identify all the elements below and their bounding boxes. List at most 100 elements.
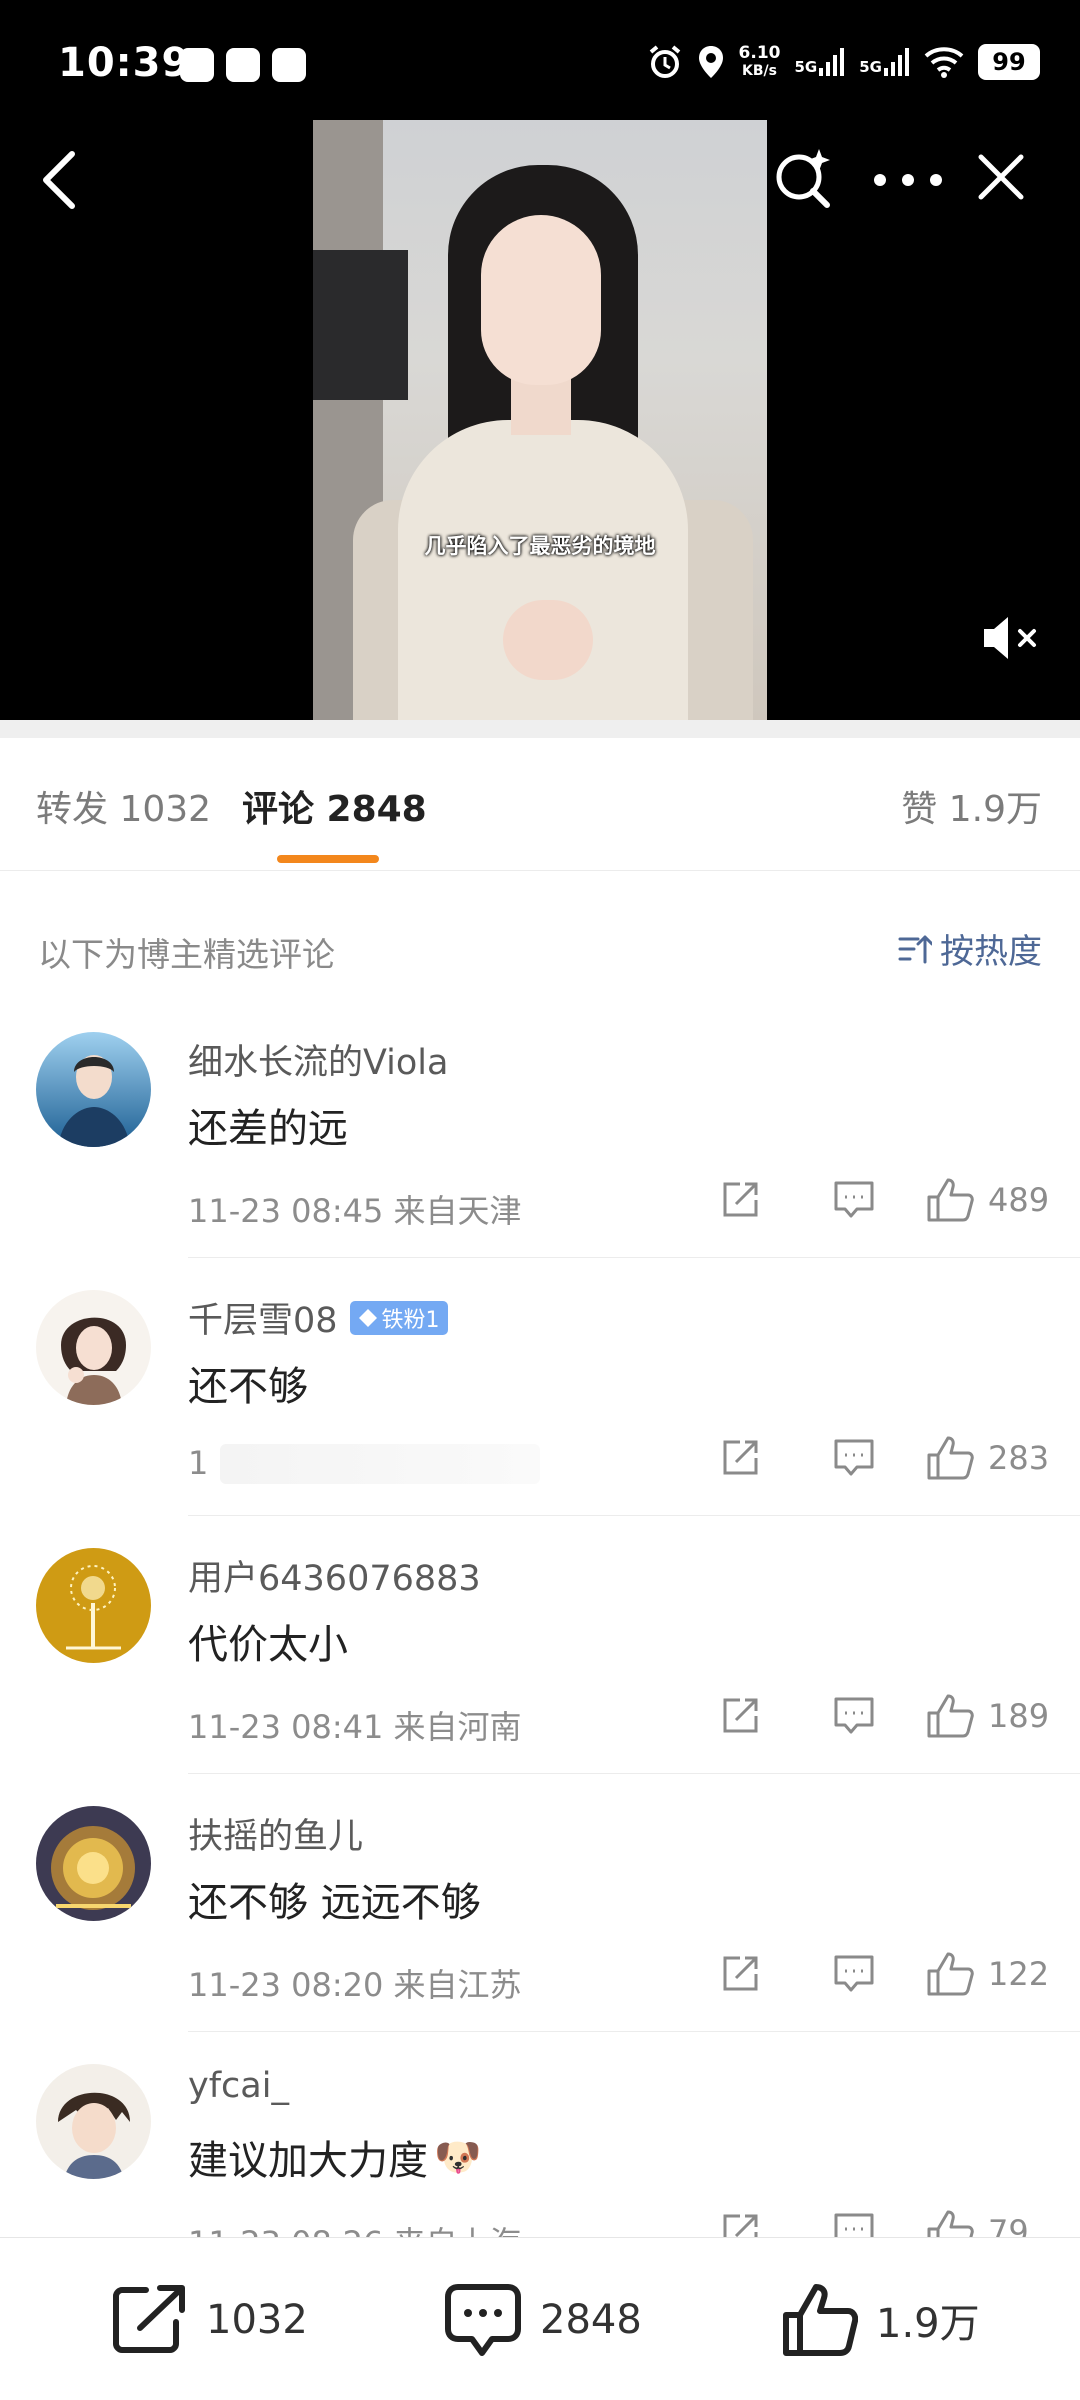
- share-icon: [723, 1698, 758, 1733]
- comment-icon: [834, 1697, 874, 1734]
- thumbs-up-icon: [927, 1178, 974, 1222]
- comment-icon: [834, 2213, 874, 2237]
- username-text[interactable]: 细水长流的Viola: [188, 1034, 448, 1085]
- like-count: 122: [988, 1955, 1050, 1993]
- comment-meta: 11-23 08:20 来自江苏: [188, 1966, 522, 2004]
- ai-search-button[interactable]: [770, 144, 838, 212]
- comment-item: 扶摇的鱼儿 还不够 远远不够 11-23 08:20 来自江苏 122: [0, 1774, 1080, 2032]
- comment-text: 还不够 远远不够: [188, 1880, 481, 1926]
- share-button[interactable]: [712, 1688, 768, 1744]
- reply-button[interactable]: [826, 2204, 882, 2237]
- comment-icon: [834, 1439, 874, 1476]
- more-button[interactable]: [870, 160, 946, 200]
- reply-button[interactable]: [826, 1946, 882, 2002]
- thumbs-up-icon: [927, 2210, 974, 2237]
- comment-list[interactable]: 细水长流的Viola 还差的远 11-23 08:45 来自天津 489 千层雪…: [0, 1000, 1080, 2237]
- sort-by-hot-button[interactable]: 按热度: [898, 924, 1042, 973]
- comment-count: 2848: [540, 2296, 642, 2343]
- comment-text: 还差的远: [188, 1106, 348, 1152]
- comment-actions: 489: [712, 1172, 1050, 1228]
- close-icon: [978, 154, 1024, 200]
- like-button[interactable]: 489: [926, 1177, 1050, 1223]
- like-button[interactable]: 122: [926, 1951, 1050, 1997]
- sort-icon: [898, 935, 932, 963]
- alarm-icon: [649, 45, 680, 78]
- share-button[interactable]: [712, 1946, 768, 2002]
- tab-like[interactable]: 赞 1.9万: [901, 780, 1042, 832]
- comment-text: 建议加大力度 🐶: [188, 2128, 481, 2186]
- badge-label: 铁粉1: [381, 1307, 440, 1333]
- repost-icon: [113, 2284, 185, 2353]
- comment-filter-row: 以下为博主精选评论 按热度: [0, 872, 1080, 974]
- video-person: [503, 600, 593, 680]
- doge-emoji-icon: 🐶: [434, 2134, 482, 2179]
- share-icon: [723, 1182, 758, 1217]
- comment-meta: 11-23 08:41 来自河南: [188, 1708, 522, 1746]
- video-subtitle: 几乎陷入了最恶劣的境地: [424, 534, 656, 558]
- reply-button[interactable]: [826, 1172, 882, 1228]
- blurred-meta: [220, 1444, 540, 1484]
- share-button[interactable]: [712, 1172, 768, 1228]
- comment-username[interactable]: yfcai_: [188, 2066, 289, 2106]
- comment-text-body: 建议加大力度: [188, 2138, 428, 2184]
- comment-icon: [445, 2283, 521, 2356]
- repost-button[interactable]: 1032: [112, 2238, 308, 2400]
- thumbs-up-icon: [927, 1952, 974, 1996]
- username-text[interactable]: 扶摇的鱼儿: [188, 1808, 363, 1859]
- like-count: 489: [988, 1181, 1050, 1219]
- post-tabs: 转发 1032 评论 2848 赞 1.9万: [0, 738, 1080, 871]
- net-speed-value: 6.10: [738, 43, 781, 63]
- close-button[interactable]: [970, 146, 1032, 208]
- comment-username[interactable]: 扶摇的鱼儿: [188, 1808, 363, 1859]
- comment-actions: 79: [712, 2204, 1050, 2237]
- comment-icon: [834, 1181, 874, 1218]
- video-frame[interactable]: 几乎陷入了最恶劣的境地: [313, 120, 767, 720]
- video-player[interactable]: 几乎陷入了最恶劣的境地: [0, 120, 1080, 720]
- signal-icon: 5G: [795, 48, 846, 76]
- tab-comment[interactable]: 评论 2848: [242, 780, 427, 832]
- share-button[interactable]: [712, 1430, 768, 1486]
- comment-item: yfcai_ 建议加大力度 🐶 11-23 08:26 来自上海 79: [0, 2032, 1080, 2237]
- net-speed-unit: KB/s: [742, 63, 777, 79]
- comment-username[interactable]: 用户6436076883: [188, 1550, 481, 1601]
- comment-username[interactable]: 千层雪08 铁粉1: [188, 1292, 448, 1343]
- share-button[interactable]: [712, 2204, 768, 2237]
- active-tab-indicator: [277, 855, 379, 863]
- username-text[interactable]: 用户6436076883: [188, 1550, 481, 1601]
- comment-username[interactable]: 细水长流的Viola: [188, 1034, 448, 1085]
- fan-badge[interactable]: 铁粉1: [349, 1300, 448, 1335]
- chevron-left-icon: [43, 151, 75, 209]
- tab-repost[interactable]: 转发 1032: [36, 780, 211, 832]
- avatar[interactable]: [36, 1290, 151, 1405]
- avatar[interactable]: [36, 2064, 151, 2179]
- video-person: [481, 215, 601, 385]
- like-button[interactable]: 283: [926, 1435, 1050, 1481]
- reply-button[interactable]: [826, 1688, 882, 1744]
- comment-item: 用户6436076883 代价太小 11-23 08:41 来自河南 189: [0, 1516, 1080, 1774]
- comment-actions: 189: [712, 1688, 1050, 1744]
- avatar[interactable]: [36, 1548, 151, 1663]
- thumbs-up-icon: [927, 1436, 974, 1480]
- signal-label: 5G: [859, 58, 882, 76]
- mute-button[interactable]: [980, 610, 1044, 666]
- status-time: 10:39: [58, 40, 191, 86]
- app-store-icon: [180, 48, 214, 82]
- reply-button[interactable]: [826, 1430, 882, 1486]
- diamond-icon: [358, 1308, 377, 1327]
- back-button[interactable]: [28, 148, 88, 212]
- avatar[interactable]: [36, 1806, 151, 1921]
- username-text[interactable]: yfcai_: [188, 2066, 289, 2106]
- comment-icon: [834, 1955, 874, 1992]
- comment-item: 千层雪08 铁粉1 还不够 1 283: [0, 1258, 1080, 1516]
- username-text[interactable]: 千层雪08: [188, 1292, 338, 1343]
- comment-text: 还不够: [188, 1364, 308, 1410]
- like-button[interactable]: 79: [926, 2209, 1050, 2237]
- comment-button[interactable]: 2848: [444, 2238, 642, 2400]
- volume-muted-icon: [984, 617, 1036, 659]
- like-button[interactable]: 189: [926, 1693, 1050, 1739]
- search-sparkle-icon: [776, 149, 830, 208]
- status-bar: 10:39 6.10 KB/s 5G 5G 99: [0, 0, 1080, 120]
- avatar[interactable]: [36, 1032, 151, 1147]
- like-post-button[interactable]: 1.9万: [782, 2238, 980, 2400]
- system-icons: 6.10 KB/s 5G 5G 99: [647, 44, 1040, 80]
